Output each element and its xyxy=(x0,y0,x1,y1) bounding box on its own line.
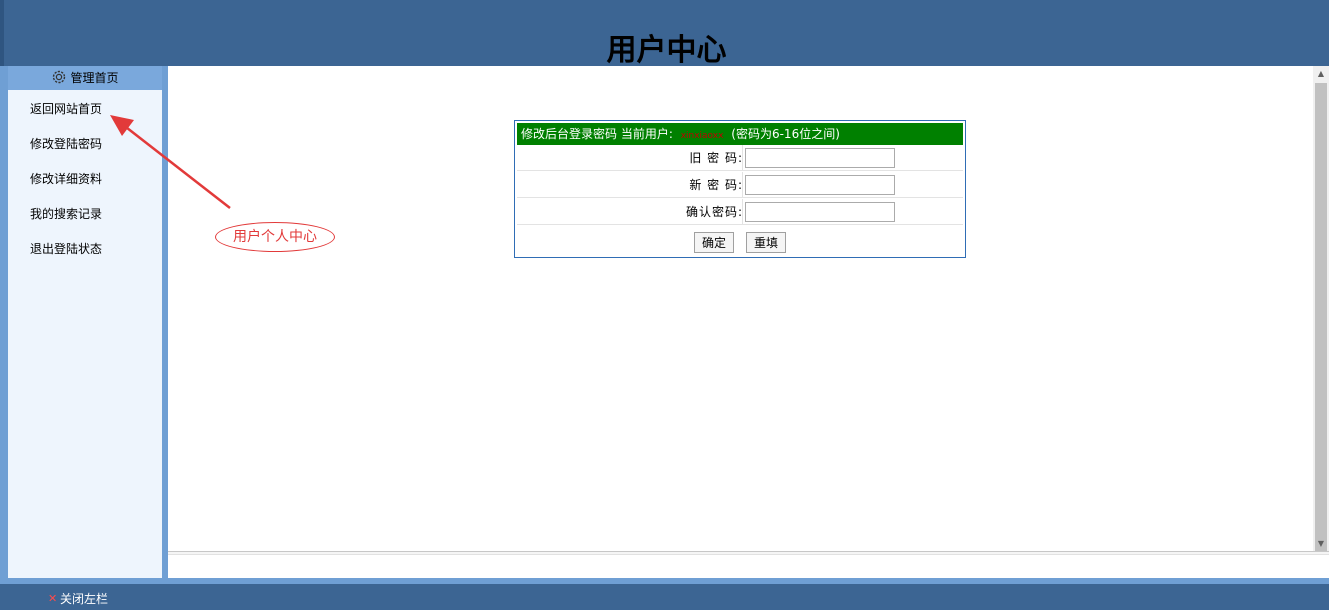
current-user-name: xinxiaoxx xyxy=(680,131,724,141)
confirm-password-input[interactable] xyxy=(745,202,895,222)
close-sidebar-link[interactable]: 关闭左栏 xyxy=(60,590,108,607)
annotation-label: 用户个人中心 xyxy=(215,222,335,252)
scroll-down-arrow-icon[interactable]: ▼ xyxy=(1313,536,1329,552)
form-header-note: (密码为6-16位之间) xyxy=(731,127,840,141)
new-password-label: 新 密 码: xyxy=(689,178,743,192)
sidebar-item-change-password[interactable]: 修改登陆密码 xyxy=(30,135,102,152)
page-title: 用户中心 xyxy=(606,33,727,68)
new-password-row: 新 密 码: xyxy=(517,172,963,198)
confirm-password-label: 确认密码: xyxy=(685,205,743,219)
change-password-form: 修改后台登录密码 当前用户: xinxiaoxx (密码为6-16位之间) 旧 … xyxy=(514,120,966,258)
confirm-password-row: 确认密码: xyxy=(517,199,963,225)
annotation-arrow-icon xyxy=(110,115,231,209)
new-password-input[interactable] xyxy=(745,175,895,195)
gear-icon xyxy=(51,69,67,85)
sidebar-item-logout[interactable]: 退出登陆状态 xyxy=(30,240,102,257)
old-password-row: 旧 密 码: xyxy=(517,145,963,171)
form-header-title: 修改后台登录密码 当前用户: xyxy=(521,127,673,141)
sidebar-header-label: 管理首页 xyxy=(70,71,119,85)
footer-bar: ✕ 关闭左栏 xyxy=(0,578,1329,610)
sidebar-item-search-history[interactable]: 我的搜索记录 xyxy=(30,205,102,222)
reset-button[interactable]: 重填 xyxy=(746,232,786,253)
old-password-input[interactable] xyxy=(745,148,895,168)
old-password-label: 旧 密 码: xyxy=(689,151,743,165)
scroll-thumb[interactable] xyxy=(1315,83,1327,557)
vertical-scrollbar[interactable]: ▲ ▼ xyxy=(1313,66,1329,557)
confirm-button[interactable]: 确定 xyxy=(694,232,734,253)
sidebar-item-home[interactable]: 返回网站首页 xyxy=(30,100,102,117)
scroll-up-arrow-icon[interactable]: ▲ xyxy=(1313,66,1329,82)
main-lower-area xyxy=(168,555,1329,578)
sidebar-item-edit-profile[interactable]: 修改详细资料 xyxy=(30,170,102,187)
top-header: 用户中心 xyxy=(0,0,1329,68)
form-header: 修改后台登录密码 当前用户: xinxiaoxx (密码为6-16位之间) xyxy=(517,123,963,145)
sidebar-header[interactable]: 管理首页 xyxy=(8,66,162,90)
close-icon[interactable]: ✕ xyxy=(48,592,57,605)
